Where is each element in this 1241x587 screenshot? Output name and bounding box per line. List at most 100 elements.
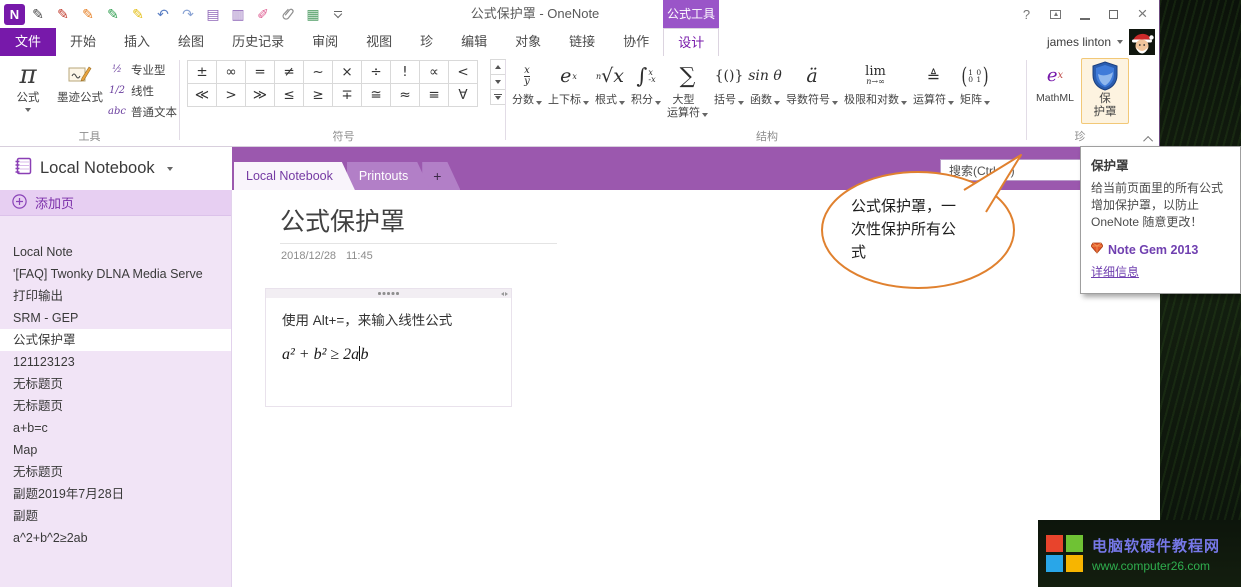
- symbol-cell[interactable]: ≠: [274, 60, 304, 84]
- outline-drag-handle[interactable]: [266, 289, 511, 298]
- symbol-cell[interactable]: ±: [187, 60, 217, 84]
- redo-icon[interactable]: ↷: [176, 2, 200, 26]
- symbol-cell[interactable]: ≫: [245, 83, 275, 107]
- page-list-item[interactable]: '[FAQ] Twonky DLNA Media Serve: [0, 263, 231, 285]
- content-outline[interactable]: 使用 Alt+=，来输入线性公式 a² + b² ≥ 2ab: [265, 288, 512, 407]
- structure-function-button[interactable]: sin θ函数: [748, 58, 782, 119]
- symbol-cell[interactable]: ≡: [419, 83, 449, 107]
- tab-draw[interactable]: 绘图: [164, 28, 218, 56]
- structure-matrix-button[interactable]: (1 00 1)矩阵: [958, 58, 992, 119]
- tab-link[interactable]: 链接: [555, 28, 609, 56]
- resize-handle-icon[interactable]: [501, 292, 509, 296]
- symbol-cell[interactable]: ÷: [361, 60, 391, 84]
- structure-fraction-button[interactable]: xy分数: [510, 58, 544, 119]
- symbol-cell[interactable]: ≅: [361, 83, 391, 107]
- contextual-tab-group-header[interactable]: 公式工具: [663, 0, 719, 28]
- gallery-scroll-up-button[interactable]: [490, 59, 506, 75]
- gallery-scroll-down-button[interactable]: [490, 74, 506, 90]
- table-icon[interactable]: ▦: [301, 2, 325, 26]
- page-list-item[interactable]: 副题: [0, 505, 231, 527]
- tooltip-details-link[interactable]: 详细信息: [1091, 263, 1230, 280]
- page-list-item[interactable]: a^2+b^2≥2ab: [0, 527, 231, 549]
- notebook-dropdown[interactable]: Local Notebook: [0, 147, 232, 190]
- collapse-ribbon-button[interactable]: [1141, 132, 1157, 146]
- undo-icon[interactable]: ↶: [151, 2, 175, 26]
- structure-operator-button[interactable]: ≜运算符: [911, 58, 956, 119]
- tab-review[interactable]: 审阅: [298, 28, 352, 56]
- tab-view[interactable]: 视图: [352, 28, 406, 56]
- tab-file[interactable]: 文件: [0, 28, 56, 56]
- protect-shield-button[interactable]: 保护罩: [1081, 58, 1129, 124]
- symbol-cell[interactable]: ∓: [332, 83, 362, 107]
- symbol-cell[interactable]: ≤: [274, 83, 304, 107]
- page-title[interactable]: 公式保护罩: [280, 202, 405, 238]
- structure-limit-log-button[interactable]: limn→∞极限和对数: [842, 58, 909, 119]
- section-tab-printouts[interactable]: Printouts: [347, 162, 430, 190]
- page-list-item[interactable]: SRM - GEP: [0, 307, 231, 329]
- maximize-button[interactable]: [1099, 0, 1128, 28]
- page-list-item[interactable]: 无标题页: [0, 461, 231, 483]
- normal-text-button[interactable]: abc 普通文本: [108, 101, 178, 122]
- tab-cooperation[interactable]: 协作: [609, 28, 663, 56]
- page-list-item[interactable]: a+b=c: [0, 417, 231, 439]
- structure-large-operator-button[interactable]: ∑大型运算符: [665, 58, 710, 119]
- notebook-icon: [14, 157, 32, 180]
- pen-green-icon[interactable]: ✎: [101, 2, 125, 26]
- symbol-cell[interactable]: =: [245, 60, 275, 84]
- gallery-more-button[interactable]: [490, 89, 506, 105]
- symbol-cell[interactable]: ≥: [303, 83, 333, 107]
- section-tab-local-notebook[interactable]: Local Notebook: [234, 162, 355, 190]
- mathml-button[interactable]: ex MathML: [1031, 58, 1079, 124]
- structure-radical-button[interactable]: n√x根式: [593, 58, 627, 119]
- page-list-item[interactable]: Map: [0, 439, 231, 461]
- qat-more-icon[interactable]: [326, 2, 350, 26]
- page-list-item[interactable]: 无标题页: [0, 373, 231, 395]
- symbol-cell[interactable]: >: [216, 83, 246, 107]
- ribbon-display-options-button[interactable]: [1041, 0, 1070, 28]
- professional-button[interactable]: ½ 专业型: [108, 59, 178, 80]
- tab-home[interactable]: 开始: [56, 28, 110, 56]
- tab-history[interactable]: 历史记录: [218, 28, 298, 56]
- page-list-item[interactable]: 公式保护罩: [0, 329, 231, 351]
- page-list-item[interactable]: 打印输出: [0, 285, 231, 307]
- symbol-cell[interactable]: ~: [303, 60, 333, 84]
- highlighter-yellow-icon[interactable]: ✎: [126, 2, 150, 26]
- attach-file-icon[interactable]: [276, 2, 300, 26]
- page-list-item[interactable]: Local Note: [0, 241, 231, 263]
- ink-equation-button[interactable]: 墨迹公式: [54, 58, 106, 124]
- favorite-pen-icon[interactable]: ✐: [251, 2, 275, 26]
- account-area[interactable]: james linton: [1047, 28, 1155, 56]
- page-list-item[interactable]: 无标题页: [0, 395, 231, 417]
- tab-gem[interactable]: 珍: [406, 28, 447, 56]
- pen-dark-icon[interactable]: ✎: [26, 2, 50, 26]
- equation-button[interactable]: π 公式: [4, 58, 52, 124]
- structure-accent-button[interactable]: ä导数符号: [784, 58, 840, 119]
- page-list-item[interactable]: 121123123: [0, 351, 231, 373]
- structure-integral-button[interactable]: ∫x-x积分: [629, 58, 663, 119]
- tab-design[interactable]: 设计: [663, 28, 719, 56]
- add-page-button[interactable]: 添加页: [0, 190, 231, 216]
- symbol-cell[interactable]: <: [448, 60, 478, 84]
- minimize-button[interactable]: [1070, 0, 1099, 28]
- help-button[interactable]: ?: [1012, 0, 1041, 28]
- symbol-cell[interactable]: !: [390, 60, 420, 84]
- symbol-cell[interactable]: ≪: [187, 83, 217, 107]
- dock-to-desktop-icon[interactable]: ▥: [226, 2, 250, 26]
- tab-edit[interactable]: 编辑: [447, 28, 501, 56]
- symbol-cell[interactable]: ×: [332, 60, 362, 84]
- symbol-cell[interactable]: ∀: [448, 83, 478, 107]
- structure-bracket-button[interactable]: {()}括号: [712, 58, 746, 119]
- tab-insert[interactable]: 插入: [110, 28, 164, 56]
- page-list-item[interactable]: 副题2019年7月28日: [0, 483, 231, 505]
- linear-button[interactable]: 1/2 线性: [108, 80, 178, 101]
- close-button[interactable]: ×: [1128, 0, 1157, 28]
- full-page-view-icon[interactable]: ▤: [201, 2, 225, 26]
- symbol-cell[interactable]: ≈: [390, 83, 420, 107]
- symbol-cell[interactable]: ∞: [216, 60, 246, 84]
- pen-orange-icon[interactable]: ✎: [76, 2, 100, 26]
- structure-script-button[interactable]: ex上下标: [546, 58, 591, 119]
- symbol-cell[interactable]: ∝: [419, 60, 449, 84]
- equation-text[interactable]: a² + b² ≥ 2ab: [282, 346, 511, 364]
- tab-object[interactable]: 对象: [501, 28, 555, 56]
- pen-red-icon[interactable]: ✎: [51, 2, 75, 26]
